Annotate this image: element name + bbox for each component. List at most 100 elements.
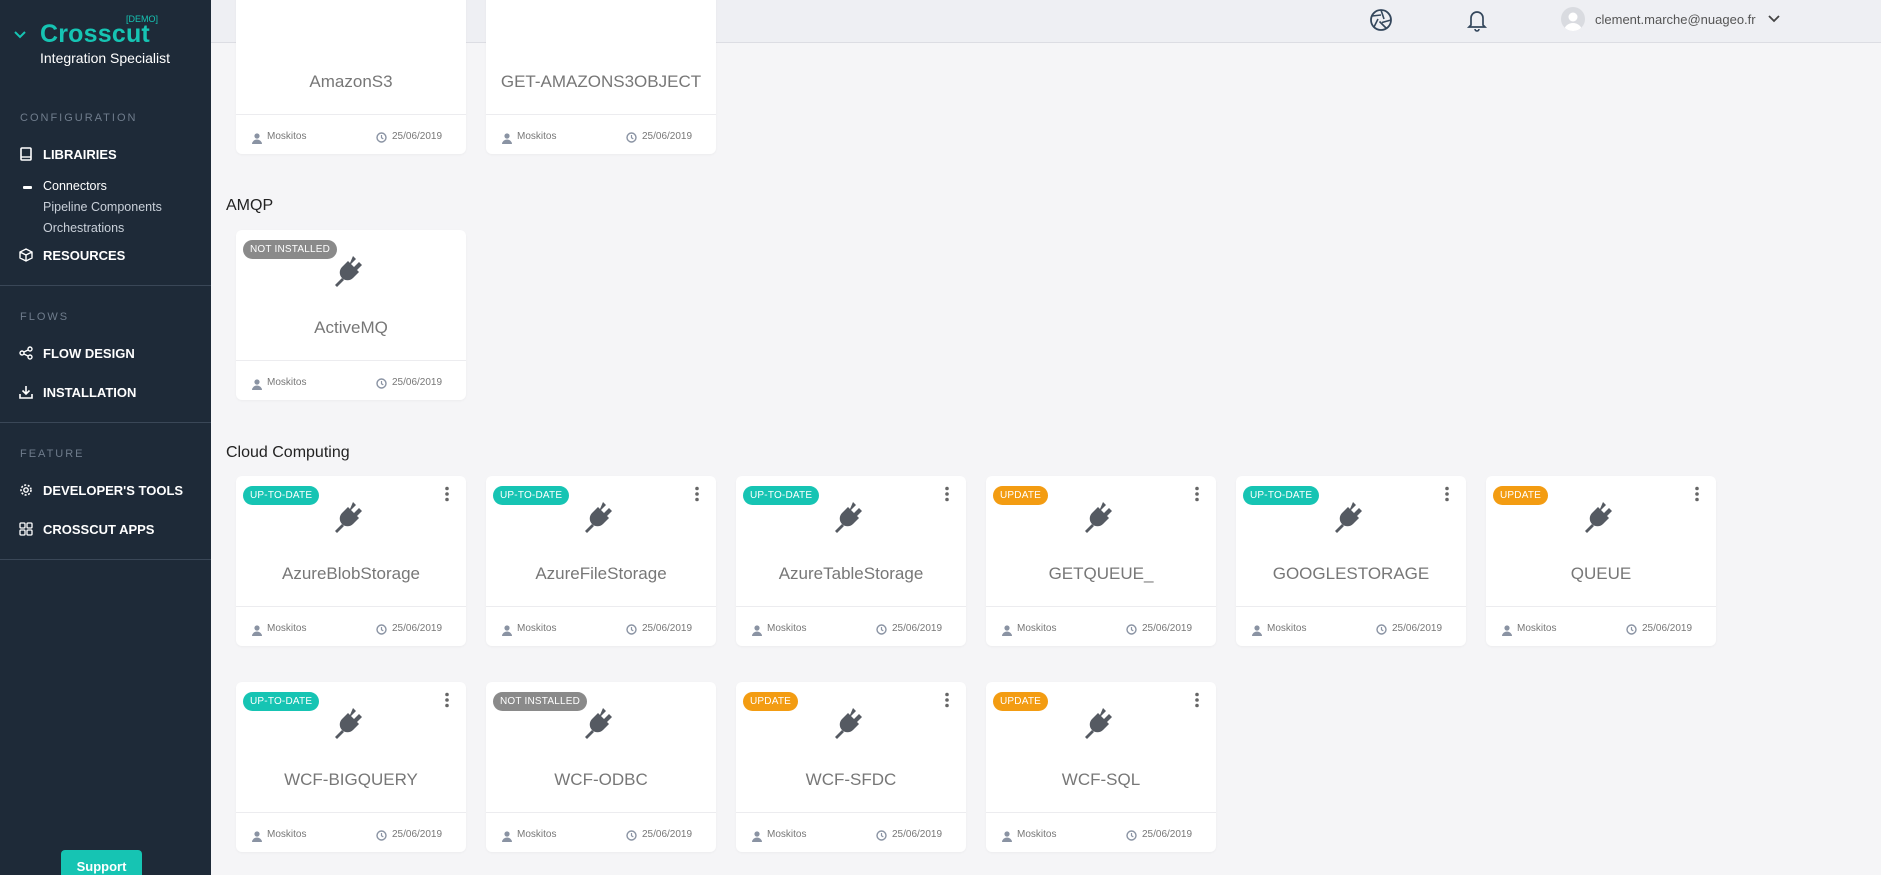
nav-crosscut-apps-label: CROSSCUT APPS bbox=[43, 521, 155, 537]
brand[interactable]: [DEMO] Crosscut Integration Specialist bbox=[0, 0, 211, 80]
plug-icon bbox=[581, 704, 621, 744]
connector-card[interactable]: UPDATE QUEUE Moskitos 25/06/2019 bbox=[1486, 476, 1716, 646]
card-divider bbox=[236, 812, 466, 813]
connector-card[interactable]: UPDATE GETQUEUE_ Moskitos 25/06/2019 bbox=[986, 476, 1216, 646]
status-badge: UP-TO-DATE bbox=[243, 692, 320, 711]
connector-name: AzureTableStorage bbox=[778, 564, 924, 583]
nav-libraries[interactable]: LIBRAIRIES bbox=[0, 140, 211, 168]
status-badge: UP-TO-DATE bbox=[743, 486, 820, 505]
more-options-icon[interactable] bbox=[444, 692, 450, 708]
card-author: Moskitos bbox=[1017, 623, 1057, 634]
clock-icon bbox=[876, 622, 887, 635]
clock-icon bbox=[626, 130, 637, 143]
more-options-icon[interactable] bbox=[1194, 692, 1200, 708]
connector-card[interactable]: UP-TO-DATE AzureTableStorage Moskitos 25/06… bbox=[736, 476, 966, 646]
status-badge: UP-TO-DATE bbox=[243, 486, 320, 505]
connector-card[interactable]: AmazonS3 Moskitos 25/06/2019 bbox=[236, 0, 466, 154]
more-options-icon[interactable] bbox=[944, 486, 950, 502]
more-options-icon[interactable] bbox=[1194, 486, 1200, 502]
card-author: Moskitos bbox=[267, 623, 307, 634]
connector-card[interactable]: UP-TO-DATE WCF-BIGQUERY Moskitos 25/06/2019 bbox=[236, 682, 466, 852]
user-icon bbox=[1502, 623, 1512, 636]
card-date: 25/06/2019 bbox=[1392, 623, 1443, 634]
brand-name: Crosscut bbox=[40, 20, 150, 48]
sub-item-connectors[interactable]: Connectors bbox=[43, 179, 107, 193]
plug-icon bbox=[831, 704, 871, 744]
status-badge: UPDATE bbox=[993, 486, 1049, 505]
divider bbox=[0, 559, 211, 560]
card-divider bbox=[486, 812, 716, 813]
connector-card[interactable]: NOT INSTALLED WCF-ODBC Moskitos 25/06/2019 bbox=[486, 682, 716, 852]
user-icon bbox=[252, 377, 262, 390]
gear-icon bbox=[19, 483, 33, 497]
card-divider bbox=[1236, 606, 1466, 607]
nav-flow-design[interactable]: FLOW DESIGN bbox=[0, 339, 211, 367]
card-divider bbox=[986, 812, 1216, 813]
card-date: 25/06/2019 bbox=[392, 377, 443, 388]
card-author: Moskitos bbox=[767, 623, 807, 634]
section-configuration-title: CONFIGURATION bbox=[20, 112, 138, 124]
card-divider bbox=[236, 360, 466, 361]
plug-icon bbox=[831, 498, 871, 538]
group-title-amqp: AMQP bbox=[226, 197, 274, 214]
avatar[interactable] bbox=[1561, 7, 1585, 31]
nav-resources[interactable]: RESOURCES bbox=[0, 241, 211, 269]
more-options-icon[interactable] bbox=[944, 692, 950, 708]
plug-icon bbox=[1331, 498, 1371, 538]
user-email[interactable]: clement.marche@nuageo.fr bbox=[1595, 12, 1756, 27]
card-divider bbox=[236, 606, 466, 607]
card-author: Moskitos bbox=[517, 829, 557, 840]
plug-icon bbox=[1081, 704, 1121, 744]
connector-card[interactable]: GET-AMAZONS3OBJECT Moskitos 25/06/2019 bbox=[486, 0, 716, 154]
grid-icon bbox=[19, 522, 33, 536]
sub-item-orchestrations[interactable]: Orchestrations bbox=[43, 221, 124, 235]
card-date: 25/06/2019 bbox=[642, 131, 693, 142]
chevron-down-icon[interactable] bbox=[14, 30, 26, 40]
more-options-icon[interactable] bbox=[444, 486, 450, 502]
connector-card[interactable]: UP-TO-DATE AzureFileStorage Moskitos 25/06/… bbox=[486, 476, 716, 646]
more-options-icon[interactable] bbox=[1694, 486, 1700, 502]
connector-name: AzureFileStorage bbox=[535, 564, 667, 583]
sub-item-pipeline-components[interactable]: Pipeline Components bbox=[43, 200, 162, 214]
card-divider bbox=[736, 812, 966, 813]
aperture-icon[interactable] bbox=[1369, 8, 1393, 32]
plug-icon bbox=[331, 498, 371, 538]
chevron-down-icon[interactable] bbox=[1768, 14, 1780, 24]
bell-icon[interactable] bbox=[1466, 8, 1488, 32]
connector-name: GOOGLESTORAGE bbox=[1272, 564, 1430, 583]
connector-card[interactable]: UP-TO-DATE GOOGLESTORAGE Moskitos 25/06/201… bbox=[1236, 476, 1466, 646]
more-options-icon[interactable] bbox=[694, 486, 700, 502]
clock-icon bbox=[376, 376, 387, 389]
card-author: Moskitos bbox=[1517, 623, 1557, 634]
connector-card[interactable]: UPDATE WCF-SQL Moskitos 25/06/2019 bbox=[986, 682, 1216, 852]
card-author: Moskitos bbox=[767, 829, 807, 840]
card-date: 25/06/2019 bbox=[392, 829, 443, 840]
connector-name: ActiveMQ bbox=[314, 318, 388, 337]
card-date: 25/06/2019 bbox=[642, 829, 693, 840]
nav-developer-tools[interactable]: DEVELOPER'S TOOLS bbox=[0, 476, 211, 504]
section-flows-title: FLOWS bbox=[20, 311, 70, 323]
clock-icon bbox=[376, 828, 387, 841]
connector-card[interactable]: UPDATE WCF-SFDC Moskitos 25/06/2019 bbox=[736, 682, 966, 852]
card-date: 25/06/2019 bbox=[392, 131, 443, 142]
connector-name: WCF-ODBC bbox=[554, 770, 648, 789]
plug-icon bbox=[331, 252, 371, 292]
connector-name: WCF-BIGQUERY bbox=[284, 770, 418, 789]
status-badge: UPDATE bbox=[993, 692, 1049, 711]
more-options-icon[interactable] bbox=[1444, 486, 1450, 502]
card-divider bbox=[486, 606, 716, 607]
clock-icon bbox=[1626, 622, 1637, 635]
nav-resources-label: RESOURCES bbox=[43, 247, 126, 263]
connector-card[interactable]: UP-TO-DATE AzureBlobStorage Moskitos 25/06/… bbox=[236, 476, 466, 646]
divider bbox=[0, 285, 211, 286]
nav-developer-tools-label: DEVELOPER'S TOOLS bbox=[43, 482, 184, 498]
nav-installation[interactable]: INSTALLATION bbox=[0, 378, 211, 406]
user-icon bbox=[1252, 623, 1262, 636]
user-icon bbox=[252, 623, 262, 636]
nav-crosscut-apps[interactable]: CROSSCUT APPS bbox=[0, 515, 211, 543]
clock-icon bbox=[626, 622, 637, 635]
card-divider bbox=[736, 606, 966, 607]
connector-card[interactable]: NOT INSTALLED ActiveMQ Moskitos 25/06/2019 bbox=[236, 230, 466, 400]
support-button[interactable]: Support bbox=[61, 850, 142, 875]
card-author: Moskitos bbox=[1017, 829, 1057, 840]
